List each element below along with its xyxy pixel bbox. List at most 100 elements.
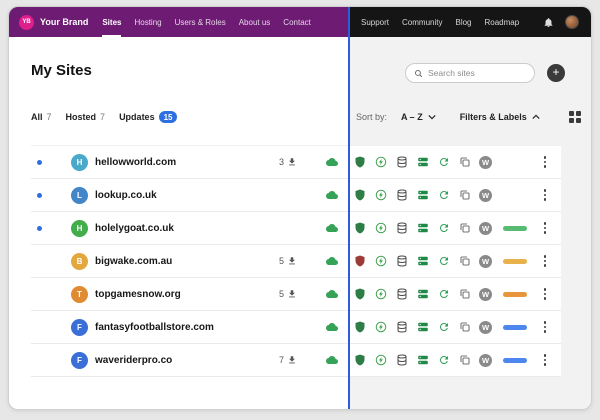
sync-refresh-icon[interactable] [437,189,450,202]
comparison-divider[interactable] [348,7,350,409]
copy-icon[interactable] [458,189,471,202]
copy-icon[interactable] [458,321,471,334]
updates-available[interactable]: 7 [279,344,297,376]
nav-item[interactable]: Contact [283,7,311,37]
security-shield-icon[interactable] [353,189,366,202]
database-icon[interactable] [395,321,408,334]
performance-lightning-icon[interactable] [374,189,387,202]
nav-item[interactable]: Support [361,7,389,37]
site-avatar: F [71,344,88,376]
filter-count: 7 [47,112,52,122]
server-icon[interactable] [416,255,429,268]
copy-icon[interactable] [458,288,471,301]
page-title: My Sites [31,62,92,79]
add-site-button[interactable]: + [547,64,565,82]
grid-view-icon[interactable] [569,111,581,123]
row-menu-button[interactable] [539,179,551,211]
wordpress-icon[interactable]: W [479,255,492,268]
filter-item[interactable]: All 7 7 [31,112,52,122]
download-icon [287,289,297,299]
row-menu-button[interactable] [539,344,551,376]
performance-lightning-icon[interactable] [374,288,387,301]
database-icon[interactable] [395,288,408,301]
nav-item[interactable]: About us [239,7,271,37]
hosted-status [325,311,339,343]
updates-available[interactable]: 5 [279,278,297,310]
server-icon[interactable] [416,156,429,169]
wordpress-icon[interactable]: W [479,354,492,367]
nav-item[interactable]: Sites [102,7,121,37]
server-icon[interactable] [416,354,429,367]
server-icon[interactable] [416,321,429,334]
performance-lightning-icon[interactable] [374,255,387,268]
nav-item[interactable]: Blog [455,7,471,37]
server-icon[interactable] [416,288,429,301]
database-icon[interactable] [395,222,408,235]
server-icon[interactable] [416,189,429,202]
notifications-button[interactable] [543,16,556,29]
copy-icon[interactable] [458,255,471,268]
cloud-icon [325,321,339,333]
wordpress-icon[interactable]: W [479,156,492,169]
user-avatar[interactable] [565,15,579,29]
site-row[interactable]: H hellowworld.com 3 [31,146,561,179]
wordpress-icon[interactable]: W [479,222,492,235]
row-menu-button[interactable] [539,146,551,178]
sync-refresh-icon[interactable] [437,354,450,367]
site-row[interactable]: F waveriderpro.co 7 [31,344,561,377]
performance-lightning-icon[interactable] [374,354,387,367]
nav-item[interactable]: Hosting [134,7,161,37]
site-row[interactable]: F fantasyfootballstore.com [31,311,561,344]
site-row[interactable]: T topgamesnow.org 5 [31,278,561,311]
performance-lightning-icon[interactable] [374,156,387,169]
nav-item[interactable]: Roadmap [485,7,520,37]
site-row[interactable]: B bigwake.com.au 5 [31,245,561,278]
row-actions: W [353,278,492,310]
row-actions: W [353,179,492,211]
security-shield-icon[interactable] [353,321,366,334]
security-shield-icon[interactable] [353,156,366,169]
wordpress-icon[interactable]: W [479,321,492,334]
updates-available[interactable]: 5 [279,245,297,277]
sync-refresh-icon[interactable] [437,222,450,235]
brand-home-link[interactable]: YB Your Brand [19,15,88,30]
cloud-icon [325,354,339,366]
filter-item[interactable]: Updates 15 15 [119,111,177,123]
row-menu-button[interactable] [539,278,551,310]
sync-refresh-icon[interactable] [437,321,450,334]
performance-lightning-icon[interactable] [374,222,387,235]
wordpress-icon[interactable]: W [479,189,492,202]
copy-icon[interactable] [458,222,471,235]
sites-table: H hellowworld.com 3 [31,145,561,377]
security-shield-icon[interactable] [353,288,366,301]
row-menu-button[interactable] [539,212,551,244]
database-icon[interactable] [395,255,408,268]
updates-available[interactable]: 3 [279,146,297,178]
site-row[interactable]: H holelygoat.co.uk [31,212,561,245]
sync-refresh-icon[interactable] [437,255,450,268]
filters-labels-toggle[interactable]: Filters & Labels [460,112,540,122]
site-row[interactable]: L lookup.co.uk [31,179,561,212]
label-pill [503,358,527,363]
security-shield-icon[interactable] [353,222,366,235]
database-icon[interactable] [395,354,408,367]
wordpress-icon[interactable]: W [479,288,492,301]
filter-label: Updates [119,112,155,122]
server-icon[interactable] [416,222,429,235]
row-menu-button[interactable] [539,245,551,277]
security-shield-icon[interactable] [353,255,366,268]
nav-item[interactable]: Users & Roles [175,7,226,37]
copy-icon[interactable] [458,354,471,367]
sync-refresh-icon[interactable] [437,288,450,301]
sort-order-dropdown[interactable]: A – Z [401,112,436,122]
nav-item[interactable]: Community [402,7,442,37]
performance-lightning-icon[interactable] [374,321,387,334]
row-menu-button[interactable] [539,311,551,343]
search-input[interactable] [428,68,526,78]
security-shield-icon[interactable] [353,354,366,367]
filter-item[interactable]: Hosted 7 7 [66,112,106,122]
database-icon[interactable] [395,189,408,202]
database-icon[interactable] [395,156,408,169]
copy-icon[interactable] [458,156,471,169]
sync-refresh-icon[interactable] [437,156,450,169]
